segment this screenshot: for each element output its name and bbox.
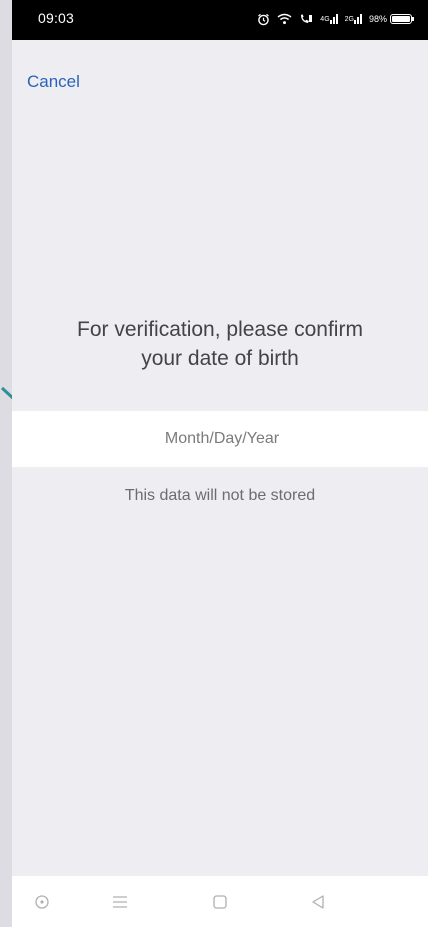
battery-indicator: 98% bbox=[368, 14, 414, 24]
page-title-line-1: For verification, please confirm bbox=[77, 318, 363, 341]
status-icons: 4G 2G 98% bbox=[257, 9, 414, 29]
alarm-icon bbox=[257, 13, 270, 26]
signal-label-1: 4G bbox=[320, 15, 330, 23]
system-nav-bar bbox=[12, 876, 428, 927]
radio-dot-icon[interactable] bbox=[30, 890, 54, 914]
signal-2g-icon: 2G bbox=[345, 14, 362, 24]
battery-fill bbox=[392, 16, 410, 22]
wifi-icon bbox=[277, 13, 292, 25]
menu-icon[interactable] bbox=[108, 890, 132, 914]
battery-percent: 98% bbox=[368, 14, 387, 24]
back-triangle-icon[interactable] bbox=[306, 890, 330, 914]
page-title-line-2: your date of birth bbox=[141, 347, 299, 370]
status-time: 09:03 bbox=[38, 10, 75, 26]
home-square-icon[interactable] bbox=[208, 890, 232, 914]
status-bar: 09:03 4G 2G 98% bbox=[12, 0, 428, 40]
phone-screen: 09:03 4G 2G 98% Cancel For verification,… bbox=[12, 0, 428, 927]
privacy-note: This data will not be stored bbox=[124, 487, 316, 504]
date-of-birth-input[interactable] bbox=[12, 411, 428, 467]
signal-4g-icon: 4G bbox=[320, 14, 338, 24]
cancel-button[interactable]: Cancel bbox=[27, 72, 80, 92]
left-gutter bbox=[0, 0, 12, 927]
page-title: For verification, please confirm your da… bbox=[12, 315, 428, 373]
signal-label-2: 2G bbox=[344, 15, 354, 23]
battery-icon bbox=[390, 14, 414, 24]
volte-call-icon bbox=[299, 13, 313, 25]
